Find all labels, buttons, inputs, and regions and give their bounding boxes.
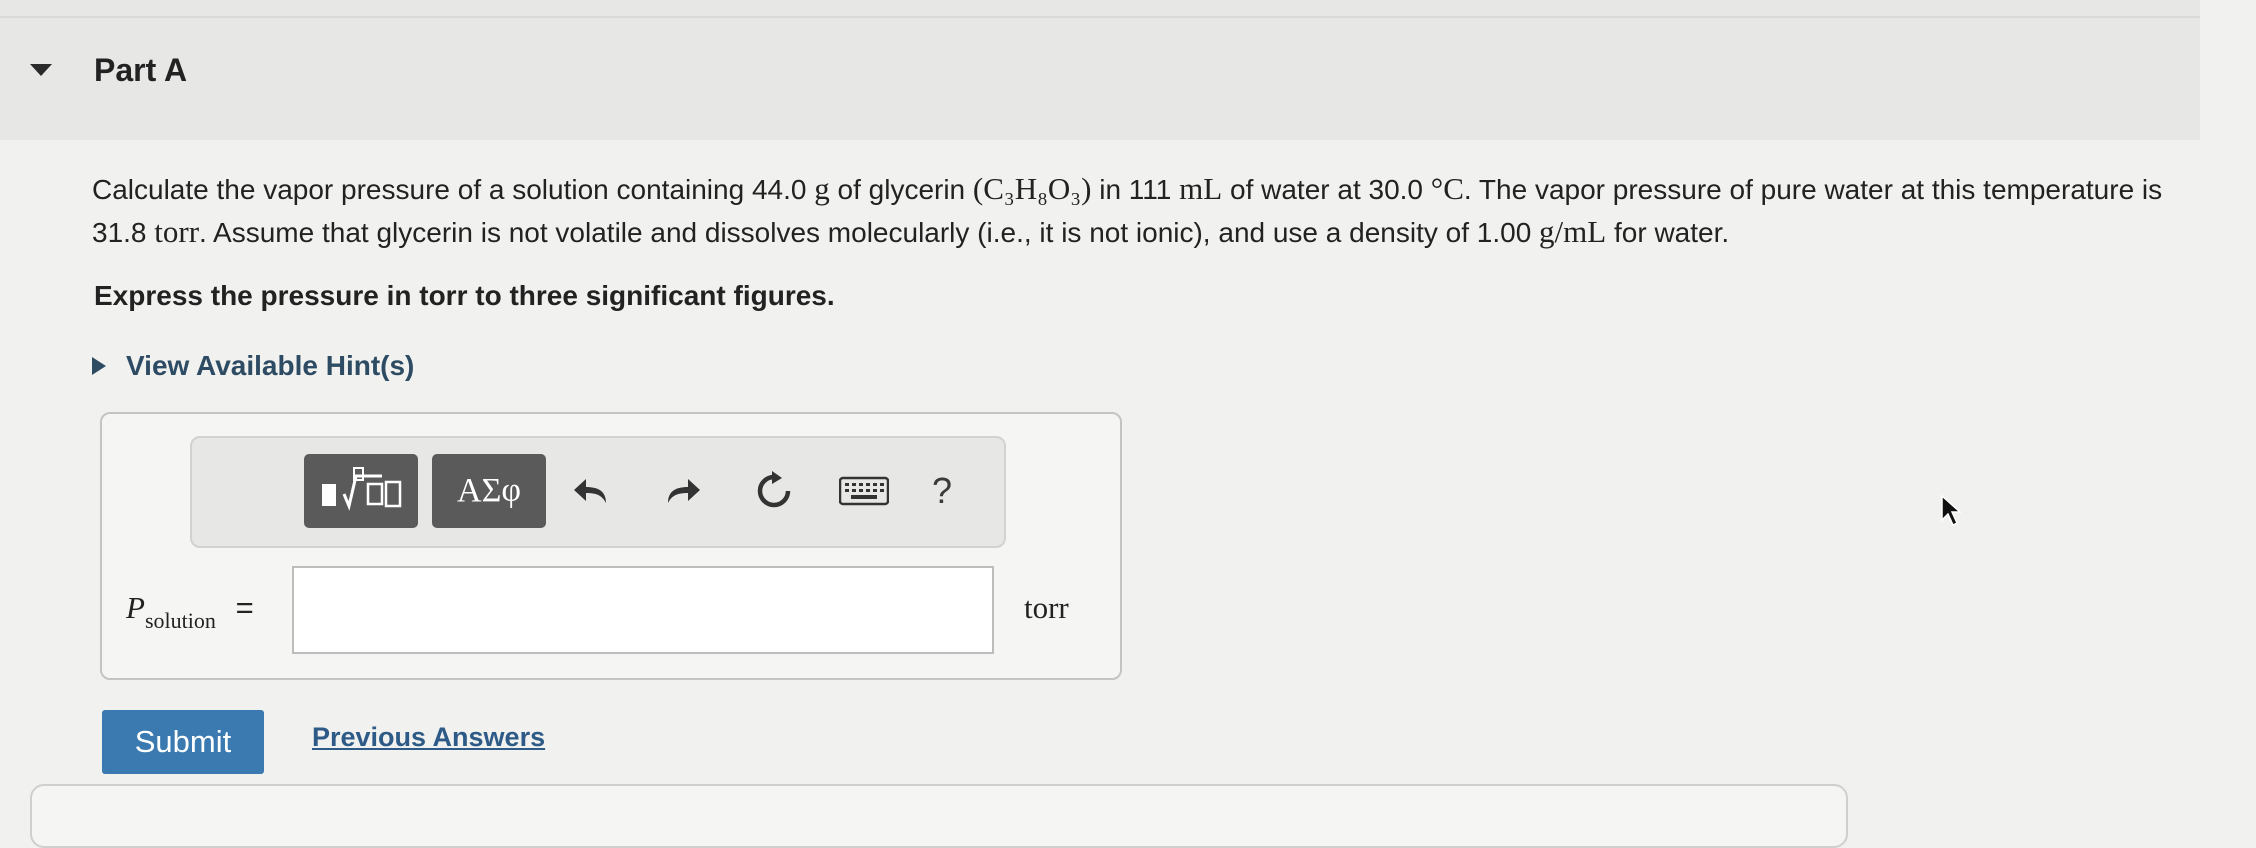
view-hints-label: View Available Hint(s) [126,350,415,381]
previous-answers-link[interactable]: Previous Answers [312,722,545,753]
math-toolbar: ΑΣφ ? [190,436,1006,548]
mass-unit: g [814,171,830,206]
next-section-card [30,784,1848,848]
undo-icon[interactable] [562,456,622,526]
answer-input[interactable] [292,566,994,654]
temperature-unit: °C [1430,171,1464,206]
answer-unit: torr [1024,590,1069,625]
collapse-part-toggle[interactable] [30,64,52,76]
variable-subscript: solution [144,608,216,633]
templates-button[interactable] [304,454,418,528]
answer-variable-label: Psolution = [126,590,254,633]
question-text-segment: . Assume that glycerin is not volatile a… [199,217,1532,248]
question-text-segment: Calculate the vapor pressure of a soluti… [92,174,807,205]
submit-button[interactable]: Submit [102,710,264,774]
help-button[interactable]: ? [912,456,972,526]
redo-icon[interactable] [652,456,712,526]
question-text-segment: for water. [1614,217,1730,248]
greek-symbols-button[interactable]: ΑΣφ [432,454,546,528]
part-title: Part A [94,52,188,88]
variable-symbol: P [126,590,145,625]
view-hints-toggle[interactable]: View Available Hint(s) [92,350,414,382]
equals-sign: = [235,590,254,625]
caret-right-icon [92,357,106,375]
question-text-segment: of water at 30.0 [1230,174,1424,205]
reset-icon[interactable] [744,456,804,526]
glycerin-formula: (C₃H₈O₃) [972,171,1092,206]
density-unit: g/mL [1539,214,1607,249]
keyboard-icon[interactable] [828,456,900,526]
instruction-text: Express the pressure in torr to three si… [94,280,835,311]
fraction-sqrt-icon [318,464,404,519]
question-text-segment: in 111 [1099,174,1172,205]
question-text-segment: of glycerin [837,174,966,205]
question-text: Calculate the vapor pressure of a soluti… [92,168,2182,254]
part-header [0,0,2200,140]
pressure-unit: torr [154,214,200,249]
header-divider [0,16,2200,18]
volume-unit: mL [1179,171,1223,206]
